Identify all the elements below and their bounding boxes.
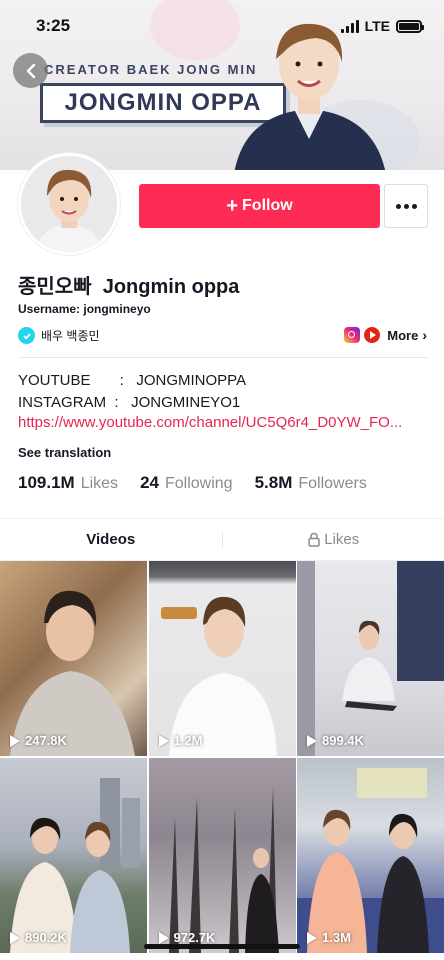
view-count-label: 972.7K — [173, 930, 216, 945]
status-time: 3:25 — [36, 16, 71, 35]
play-icon — [307, 734, 317, 747]
dot-icon — [395, 203, 401, 209]
tab-videos[interactable]: Videos — [0, 519, 222, 560]
play-icon — [10, 931, 20, 944]
username: Username: jongmineyo — [18, 302, 151, 316]
chevron-left-icon — [26, 63, 35, 78]
chevron-right-icon: › — [422, 327, 427, 343]
back-button[interactable] — [13, 53, 48, 88]
signal-icon — [340, 19, 359, 33]
verified-check-icon — [18, 327, 35, 344]
video-grid: 247.8K 1.2M 899.4K 890.2K 972.7K 1.3M — [0, 561, 444, 953]
status-indicators: LTE — [340, 18, 424, 34]
profile-tabs: Videos Likes — [0, 518, 444, 561]
likes-label: Likes — [80, 475, 119, 492]
following-label[interactable]: Following — [165, 475, 233, 493]
more-options-button[interactable] — [384, 184, 428, 228]
video-thumbnail[interactable]: 899.4K — [297, 561, 444, 756]
video-thumbnail[interactable]: 972.7K — [148, 758, 296, 953]
play-icon — [307, 931, 317, 944]
verified-row: 배우 백종민 — [18, 327, 100, 344]
network-label: LTE — [364, 18, 390, 34]
battery-icon — [396, 19, 424, 33]
bio-link[interactable]: https://www.youtube.com/channel/UC5Q6r4_… — [18, 414, 428, 431]
followers-count[interactable]: 5.8M — [255, 473, 293, 493]
tab-videos-label: Videos — [86, 531, 136, 548]
video-thumbnail[interactable]: 1.2M — [148, 561, 296, 756]
status-bar: 3:25 LTE — [0, 0, 444, 50]
play-icon — [158, 931, 169, 944]
play-icon — [158, 734, 169, 747]
social-links[interactable]: More › — [344, 327, 427, 343]
following-count[interactable]: 24 — [140, 473, 159, 493]
view-count: 890.2K — [10, 930, 67, 945]
follow-button[interactable]: + Follow — [139, 184, 380, 228]
bio: YOUTUBE : JONGMINOPPA INSTAGRAM : JONGMI… — [18, 370, 246, 414]
tab-likes[interactable]: Likes — [223, 519, 444, 560]
tab-likes-label: Likes — [324, 531, 360, 548]
view-count: 1.3M — [307, 930, 351, 945]
bio-youtube-line: YOUTUBE : JONGMINOPPA — [18, 372, 247, 389]
instagram-icon[interactable] — [344, 327, 361, 343]
divider — [18, 357, 428, 358]
avatar — [21, 156, 117, 252]
lock-icon — [308, 532, 320, 547]
dot-icon — [403, 203, 409, 209]
display-name: 종민오빠 Jongmin oppa — [18, 276, 240, 298]
view-count: 247.8K — [10, 733, 67, 748]
more-link[interactable]: More — [387, 328, 418, 343]
home-indicator[interactable] — [144, 944, 300, 949]
video-thumbnail[interactable]: 890.2K — [0, 758, 147, 953]
view-count-label: 1.2M — [173, 733, 203, 748]
view-count: 972.7K — [158, 930, 216, 945]
view-count-label: 890.2K — [25, 930, 67, 945]
verified-label: 배우 백종민 — [41, 329, 100, 343]
profile-stats: 109.1M Likes 24 Following 5.8M Followers — [18, 473, 383, 493]
likes-count: 109.1M — [18, 473, 75, 492]
play-icon — [10, 734, 20, 747]
view-count-label: 247.8K — [25, 733, 67, 748]
plus-icon: + — [226, 195, 239, 217]
view-count-label: 899.4K — [322, 733, 364, 748]
followers-label[interactable]: Followers — [298, 475, 366, 493]
see-translation-button[interactable]: See translation — [18, 445, 111, 460]
view-count: 1.2M — [158, 733, 203, 748]
youtube-icon[interactable] — [364, 327, 381, 343]
bio-instagram-line: INSTAGRAM : JONGMINEYO1 — [18, 394, 241, 411]
follow-label: Follow — [242, 197, 293, 214]
view-count: 899.4K — [307, 733, 364, 748]
profile-avatar[interactable] — [18, 153, 120, 255]
video-thumbnail[interactable]: 247.8K — [0, 561, 147, 756]
video-thumbnail[interactable]: 1.3M — [297, 758, 444, 953]
view-count-label: 1.3M — [322, 930, 351, 945]
dot-icon — [411, 203, 417, 209]
